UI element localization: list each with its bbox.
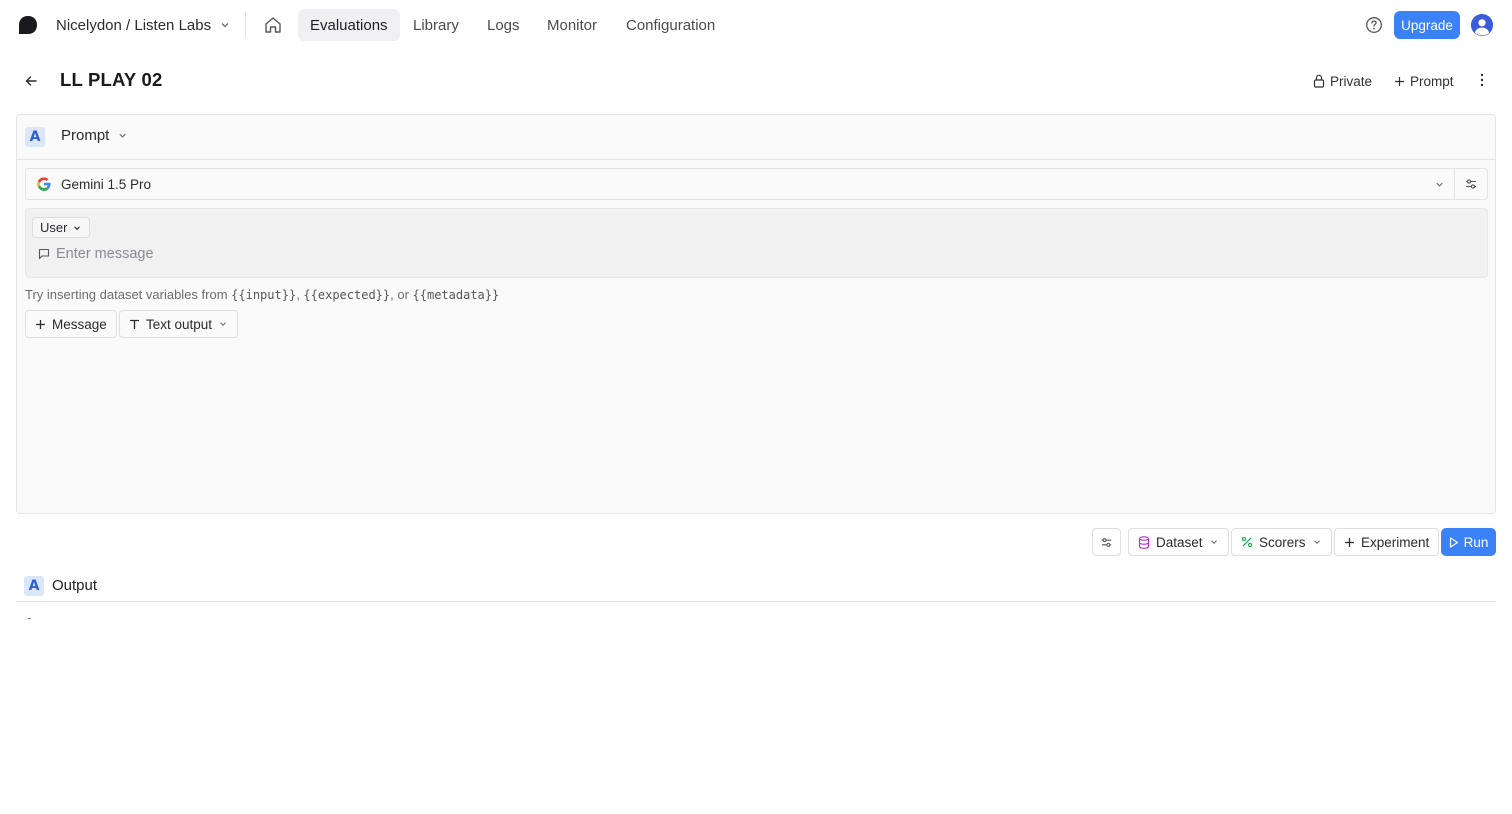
run-settings-button[interactable] bbox=[1092, 528, 1121, 556]
output-type-label: Text output bbox=[146, 316, 213, 332]
back-arrow-icon[interactable] bbox=[23, 73, 39, 89]
prompt-card: A Prompt Gemini 1.5 Pro User Enter messa… bbox=[16, 114, 1496, 514]
output-badge: A bbox=[24, 576, 44, 596]
message-editor[interactable]: User Enter message bbox=[25, 208, 1488, 278]
prompt-card-header: A Prompt bbox=[17, 115, 1495, 160]
private-label: Private bbox=[1330, 73, 1373, 89]
hint-var-metadata: {{metadata}} bbox=[412, 288, 500, 302]
output-value: - bbox=[27, 609, 32, 625]
play-icon bbox=[1449, 536, 1459, 548]
scorers-dropdown[interactable]: Scorers bbox=[1231, 528, 1332, 556]
hint-separator: , or bbox=[390, 287, 413, 302]
top-navigation-bar: Nicelydon / Listen Labs Evaluations Libr… bbox=[0, 0, 1512, 50]
google-icon bbox=[37, 177, 51, 191]
model-name: Gemini 1.5 Pro bbox=[61, 177, 152, 192]
message-input-placeholder[interactable]: Enter message bbox=[56, 246, 154, 262]
add-experiment-button[interactable]: Experiment bbox=[1334, 528, 1440, 556]
prompt-title: Prompt bbox=[61, 127, 110, 144]
message-role-dropdown[interactable]: User bbox=[32, 217, 91, 238]
chevron-down-icon bbox=[117, 130, 128, 141]
nav-tab-monitor[interactable]: Monitor bbox=[535, 9, 609, 41]
add-prompt-button[interactable]: Prompt bbox=[1394, 72, 1454, 90]
dataset-label: Dataset bbox=[1156, 534, 1203, 550]
help-icon[interactable] bbox=[1365, 16, 1383, 34]
hint-var-input: {{input}} bbox=[231, 288, 297, 302]
chevron-down-icon bbox=[219, 19, 231, 31]
message-icon bbox=[38, 248, 50, 260]
message-role-label: User bbox=[40, 220, 68, 235]
plus-icon bbox=[1344, 537, 1355, 548]
dataset-dropdown[interactable]: Dataset bbox=[1128, 528, 1229, 556]
more-options-icon[interactable] bbox=[1475, 72, 1489, 88]
nav-divider bbox=[245, 12, 246, 38]
hint-var-expected: {{expected}} bbox=[303, 288, 391, 302]
org-project-switcher[interactable]: Nicelydon / Listen Labs bbox=[56, 15, 231, 35]
user-avatar[interactable] bbox=[1471, 14, 1493, 36]
run-button[interactable]: Run bbox=[1441, 528, 1496, 556]
chevron-down-icon bbox=[218, 319, 228, 329]
output-header: A Output bbox=[16, 575, 1496, 602]
text-type-icon bbox=[129, 319, 140, 330]
prompt-title-dropdown[interactable]: Prompt bbox=[61, 127, 128, 144]
model-settings-icon[interactable] bbox=[1464, 177, 1478, 191]
lock-icon bbox=[1313, 74, 1325, 88]
plus-icon bbox=[1394, 76, 1405, 87]
chevron-down-icon bbox=[1209, 537, 1219, 547]
output-type-dropdown[interactable]: Text output bbox=[119, 310, 239, 338]
add-prompt-label: Prompt bbox=[1410, 73, 1454, 89]
add-message-button[interactable]: Message bbox=[25, 310, 117, 338]
database-icon bbox=[1138, 535, 1150, 549]
chevron-down-icon bbox=[1312, 537, 1322, 547]
percent-icon bbox=[1241, 536, 1253, 548]
hint-prefix: Try inserting dataset variables from bbox=[25, 287, 232, 302]
private-button[interactable]: Private bbox=[1313, 72, 1372, 90]
model-divider bbox=[1454, 169, 1455, 199]
run-label: Run bbox=[1463, 534, 1489, 550]
app-logo-icon[interactable] bbox=[18, 15, 38, 35]
upgrade-button[interactable]: Upgrade bbox=[1394, 11, 1460, 39]
experiment-label: Experiment bbox=[1361, 534, 1430, 550]
nav-tab-logs[interactable]: Logs bbox=[475, 9, 532, 41]
dataset-variables-hint: Try inserting dataset variables from {{i… bbox=[25, 287, 499, 302]
nav-tab-configuration[interactable]: Configuration bbox=[614, 9, 727, 41]
prompt-badge: A bbox=[25, 127, 45, 147]
settings-sliders-icon bbox=[1100, 536, 1113, 549]
output-title: Output bbox=[52, 577, 98, 594]
nav-tab-evaluations[interactable]: Evaluations bbox=[298, 9, 400, 41]
chevron-down-icon bbox=[72, 223, 82, 233]
plus-icon bbox=[35, 319, 46, 330]
page-title: LL PLAY 02 bbox=[60, 69, 163, 90]
nav-tab-library[interactable]: Library bbox=[401, 9, 471, 41]
model-selector[interactable]: Gemini 1.5 Pro bbox=[25, 168, 1488, 200]
org-project-label: Nicelydon / Listen Labs bbox=[56, 16, 212, 34]
home-icon[interactable] bbox=[262, 14, 284, 36]
chevron-down-icon bbox=[1434, 179, 1445, 190]
scorers-label: Scorers bbox=[1259, 534, 1306, 550]
add-message-label: Message bbox=[52, 316, 107, 332]
